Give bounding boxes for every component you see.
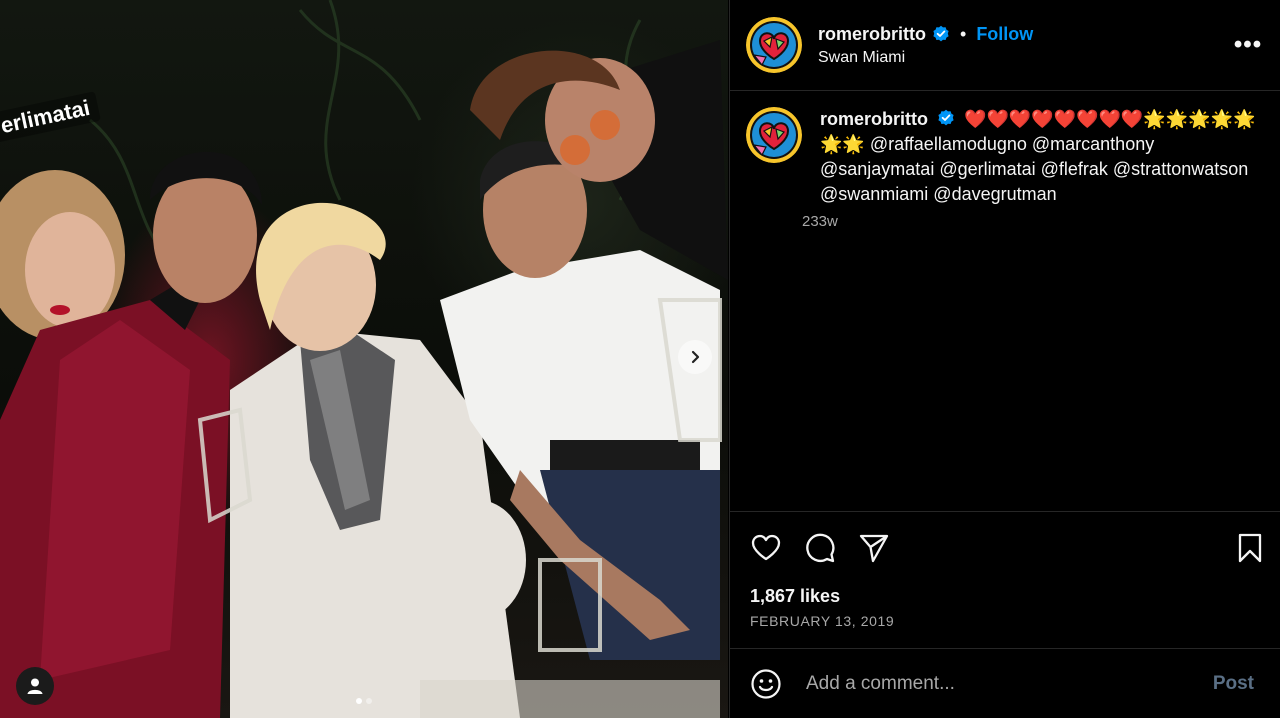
likes-count[interactable]: 1,867 likes (750, 586, 1264, 607)
emoji-icon (751, 668, 781, 699)
caption-text: romerobritto ❤️❤️❤️❤️❤️❤️❤️❤️🌟🌟🌟🌟🌟🌟🌟 @ra… (820, 107, 1264, 207)
header-top-row: romerobritto • Follow (818, 24, 1232, 45)
caption-area: romerobritto ❤️❤️❤️❤️❤️❤️❤️❤️🌟🌟🌟🌟🌟🌟🌟 @ra… (730, 91, 1280, 511)
post-header: romerobritto • Follow Swan Miami ••• (730, 0, 1280, 91)
share-button[interactable] (858, 532, 890, 564)
follow-button[interactable]: Follow (976, 24, 1033, 45)
post-details-panel: romerobritto • Follow Swan Miami ••• rom… (729, 0, 1280, 718)
save-button[interactable] (1236, 532, 1264, 564)
caption-avatar[interactable] (746, 107, 802, 163)
verified-badge-icon (933, 25, 949, 42)
heart-icon (751, 534, 781, 561)
comment-button[interactable] (804, 532, 836, 564)
avatar[interactable] (746, 17, 802, 73)
post-comment-button[interactable]: Post (1213, 673, 1254, 695)
post-date: FEBRUARY 13, 2019 (750, 613, 895, 629)
header-text: romerobritto • Follow Swan Miami (818, 24, 1232, 67)
carousel-dots (0, 698, 728, 704)
caption-username[interactable]: romerobritto (820, 109, 928, 129)
carousel-dot (366, 698, 372, 704)
emoji-button[interactable] (750, 668, 782, 700)
separator-dot: • (960, 23, 967, 44)
more-options-icon[interactable]: ••• (1232, 31, 1264, 59)
verified-badge-icon (938, 109, 954, 126)
location-link[interactable]: Swan Miami (818, 49, 1232, 67)
caption-body: romerobritto ❤️❤️❤️❤️❤️❤️❤️❤️🌟🌟🌟🌟🌟🌟🌟 @ra… (802, 107, 1264, 495)
carousel-dot (356, 698, 362, 704)
caption-mentions[interactable]: @raffaellamodugno @marcanthony @sanjayma… (820, 134, 1248, 204)
post-actions: 1,867 likes FEBRUARY 13, 2019 (730, 511, 1280, 629)
username-link[interactable]: romerobritto (818, 24, 926, 45)
comment-bar: Post (730, 648, 1280, 718)
share-icon (859, 534, 889, 563)
chevron-right-icon (691, 350, 700, 364)
comment-input[interactable] (806, 672, 1213, 695)
like-button[interactable] (750, 532, 782, 564)
caption-age: 233w (802, 213, 838, 230)
action-icon-row (750, 530, 1264, 566)
post-photo[interactable]: erlimatai (0, 0, 728, 718)
next-photo-button[interactable] (678, 340, 712, 374)
bookmark-icon (1238, 533, 1262, 563)
photo-scene (0, 0, 728, 718)
user-tag-icon (27, 678, 43, 694)
comment-icon (806, 533, 835, 563)
